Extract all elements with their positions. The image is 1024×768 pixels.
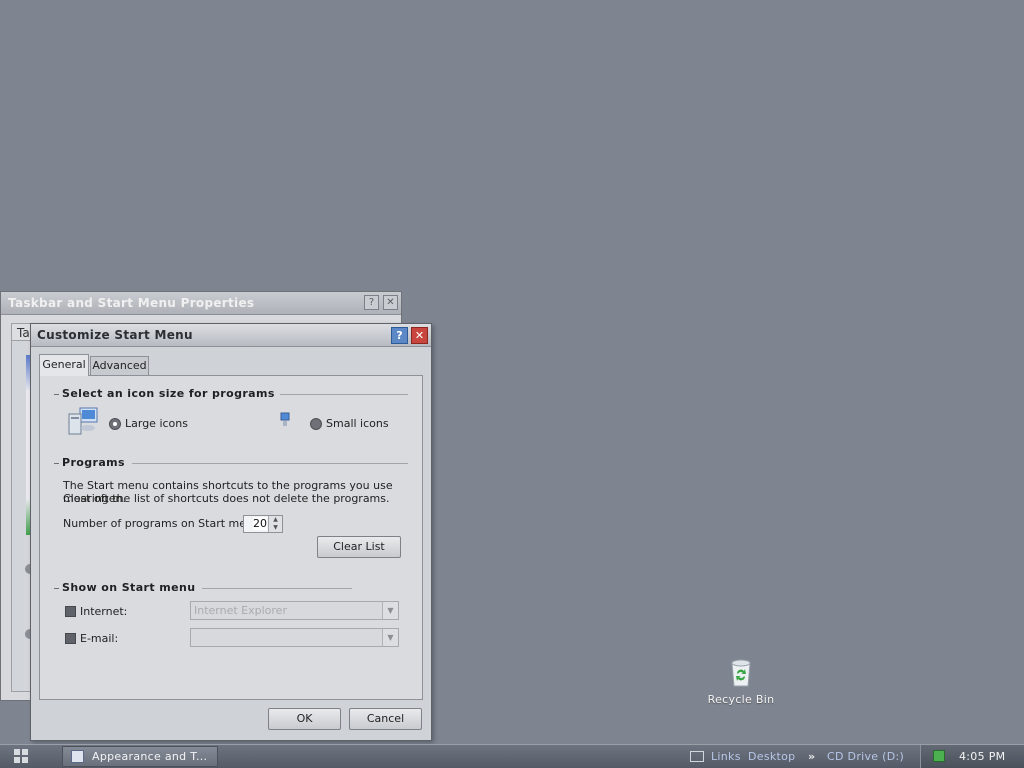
recycle-bin-label: Recycle Bin [707,693,775,706]
chevron-down-icon[interactable]: ▼ [382,629,398,646]
cd-drive-shortcut[interactable]: CD Drive (D:) [827,750,904,763]
internet-browser-value: Internet Explorer [194,604,287,617]
control-panel-icon [71,750,84,763]
taskbar-properties-titlebar[interactable]: Taskbar and Start Menu Properties ? ✕ [1,292,401,315]
group-tick [54,394,59,395]
programs-heading: Programs [62,456,125,469]
large-icons-radio[interactable] [109,418,121,430]
email-checkbox[interactable] [65,633,76,644]
dialog-titlebar[interactable]: Customize Start Menu ? ✕ [31,324,431,347]
customize-start-menu-dialog: Customize Start Menu ? ✕ General Advance… [30,323,432,741]
internet-label: Internet: [80,605,128,618]
program-count-spinner[interactable]: 20 ▲ ▼ [243,515,283,533]
start-grid-icon [22,749,28,755]
clear-list-button[interactable]: Clear List [317,536,401,558]
chevron-down-icon[interactable]: ▼ [382,602,398,619]
general-tab-panel: Select an icon size for programs Large i… [39,375,423,700]
close-button[interactable]: ✕ [383,295,398,310]
program-count-value[interactable]: 20 [253,517,267,530]
system-tray: 4:05 PM [920,745,1024,768]
ok-button[interactable]: OK [268,708,341,730]
recycle-bin-shortcut[interactable]: Recycle Bin [700,655,782,706]
links-toolbar[interactable]: Links [711,750,741,763]
taskbar-task-appearance[interactable]: Appearance and T... [62,746,218,767]
group-divider [202,588,352,589]
help-button[interactable]: ? [391,327,408,344]
programs-description-line2: Clearing the list of shortcuts does not … [63,492,390,505]
email-label: E-mail: [80,632,119,645]
close-icon: ✕ [386,297,395,308]
desktop-toolbar[interactable]: Desktop [748,750,795,763]
program-count-label: Number of programs on Start menu: [63,517,264,530]
help-icon: ? [396,329,403,342]
start-grid-icon [14,757,20,763]
start-button[interactable] [14,749,30,764]
task-label: Appearance and T... [92,750,208,763]
recycle-bin-icon [724,655,758,689]
small-icons-label: Small icons [326,417,389,430]
group-divider [280,394,408,395]
clock[interactable]: 4:05 PM [959,750,1005,763]
tab-advanced[interactable]: Advanced [90,356,149,375]
close-icon: ✕ [414,329,425,342]
help-icon: ? [368,297,375,308]
start-grid-icon [14,749,20,755]
start-grid-icon [22,757,28,763]
dialog-title: Customize Start Menu [37,328,193,342]
help-button[interactable]: ? [364,295,379,310]
network-icon[interactable] [933,750,945,762]
spinner-arrows[interactable]: ▲ ▼ [268,516,282,532]
email-client-select[interactable]: ▼ [190,628,399,647]
group-tick [54,588,59,589]
cancel-button[interactable]: Cancel [349,708,422,730]
window-title: Taskbar and Start Menu Properties [8,296,255,310]
desktop: Recycle Bin Taskbar and Start Menu Prope… [0,0,1024,744]
small-icons-radio[interactable] [310,418,322,430]
group-tick [54,463,59,464]
spin-up-icon[interactable]: ▲ [269,516,282,524]
internet-checkbox[interactable] [65,606,76,617]
small-icons-preview-icon [278,412,292,428]
icon-size-heading: Select an icon size for programs [62,387,275,400]
taskbar: Appearance and T... Links Desktop » CD D… [0,744,1024,768]
show-on-start-heading: Show on Start menu [62,581,196,594]
spin-down-icon[interactable]: ▼ [269,524,282,532]
tab-general[interactable]: General [39,354,89,376]
group-divider [132,463,408,464]
keyboard-icon[interactable] [690,751,704,762]
toolbar-chevron-icon[interactable]: » [808,750,815,763]
close-button[interactable]: ✕ [411,327,428,344]
internet-browser-select[interactable]: Internet Explorer ▼ [190,601,399,620]
large-icons-label: Large icons [125,417,188,430]
large-icons-preview-icon [66,406,100,438]
